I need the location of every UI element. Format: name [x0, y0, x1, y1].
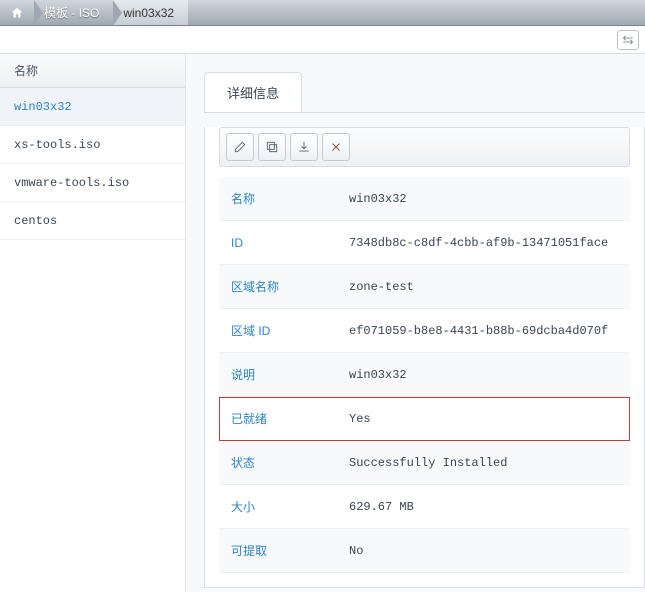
sidebar-item-centos[interactable]: centos: [0, 202, 185, 240]
sidebar-item-win03x32[interactable]: win03x32: [0, 88, 185, 126]
detail-value: win03x32: [349, 192, 630, 206]
detail-label: 可提取: [219, 542, 349, 559]
action-bar: [219, 127, 630, 167]
detail-row-extractable: 可提取 No: [219, 529, 630, 573]
delete-button[interactable]: [322, 133, 350, 161]
main: 详细信息 名称 win03x32: [186, 54, 645, 592]
toolbar: [0, 26, 645, 54]
detail-row-description: 说明 win03x32: [219, 353, 630, 397]
close-icon: [329, 140, 343, 154]
detail-value: zone-test: [349, 280, 630, 294]
detail-value: 7348db8c-c8df-4cbb-af9b-13471051face: [349, 236, 630, 250]
detail-value: win03x32: [349, 368, 630, 382]
toggle-panel-button[interactable]: [617, 30, 639, 50]
breadcrumb-templates-iso[interactable]: 模板 - ISO: [34, 0, 113, 25]
detail-label: ID: [219, 236, 349, 250]
detail-label: 说明: [219, 366, 349, 383]
detail-row-ready: 已就绪 Yes: [219, 397, 630, 441]
detail-label: 状态: [219, 454, 349, 471]
detail-label: 区域 ID: [219, 322, 349, 339]
sidebar: 名称 win03x32 xs-tools.iso vmware-tools.is…: [0, 54, 186, 592]
breadcrumb-home[interactable]: [0, 0, 34, 25]
detail-row-zone-name: 区域名称 zone-test: [219, 265, 630, 309]
sidebar-header: 名称: [0, 54, 185, 88]
download-button[interactable]: [290, 133, 318, 161]
detail-row-zone-id: 区域 ID ef071059-b8e8-4431-b88b-69dcba4d07…: [219, 309, 630, 353]
detail-panel: 名称 win03x32 ID 7348db8c-c8df-4cbb-af9b-1…: [204, 127, 645, 588]
breadcrumb: 模板 - ISO win03x32: [0, 0, 645, 26]
edit-icon: [233, 140, 247, 154]
edit-button[interactable]: [226, 133, 254, 161]
detail-row-status: 状态 Successfully Installed: [219, 441, 630, 485]
detail-label: 名称: [219, 190, 349, 207]
home-icon: [10, 6, 24, 20]
detail-row-size: 大小 629.67 MB: [219, 485, 630, 529]
expand-icon: [622, 34, 634, 46]
breadcrumb-current[interactable]: win03x32: [113, 0, 188, 25]
detail-value: Successfully Installed: [349, 456, 630, 470]
detail-value: No: [349, 544, 630, 558]
detail-value: 629.67 MB: [349, 500, 630, 514]
layout: 名称 win03x32 xs-tools.iso vmware-tools.is…: [0, 54, 645, 592]
detail-label: 区域名称: [219, 278, 349, 295]
tabs: 详细信息: [204, 72, 645, 113]
detail-value: Yes: [349, 412, 630, 426]
tab-details[interactable]: 详细信息: [204, 72, 302, 112]
sidebar-item-xs-tools[interactable]: xs-tools.iso: [0, 126, 185, 164]
detail-row-id: ID 7348db8c-c8df-4cbb-af9b-13471051face: [219, 221, 630, 265]
detail-label: 已就绪: [219, 410, 349, 427]
copy-button[interactable]: [258, 133, 286, 161]
detail-row-name: 名称 win03x32: [219, 177, 630, 221]
detail-value: ef071059-b8e8-4431-b88b-69dcba4d070f: [349, 324, 630, 338]
download-icon: [297, 140, 311, 154]
detail-label: 大小: [219, 498, 349, 515]
sidebar-item-vmware-tools[interactable]: vmware-tools.iso: [0, 164, 185, 202]
details-table: 名称 win03x32 ID 7348db8c-c8df-4cbb-af9b-1…: [219, 177, 630, 573]
copy-icon: [265, 140, 279, 154]
